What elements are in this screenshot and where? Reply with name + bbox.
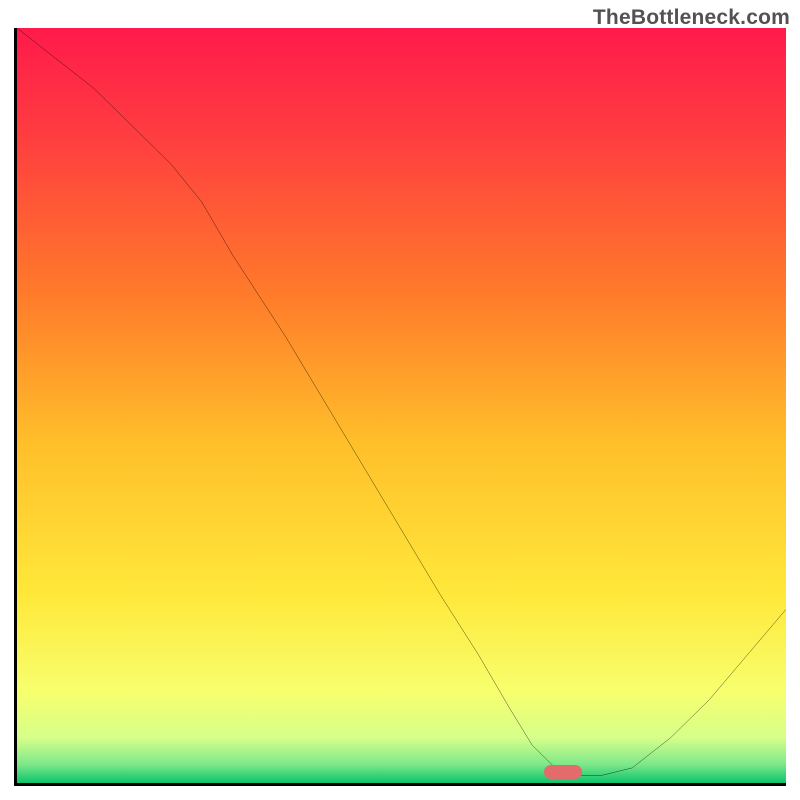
plot-area [14, 28, 786, 786]
optimal-marker [544, 765, 582, 779]
watermark-text: TheBottleneck.com [593, 6, 790, 30]
gradient-background [17, 28, 786, 783]
